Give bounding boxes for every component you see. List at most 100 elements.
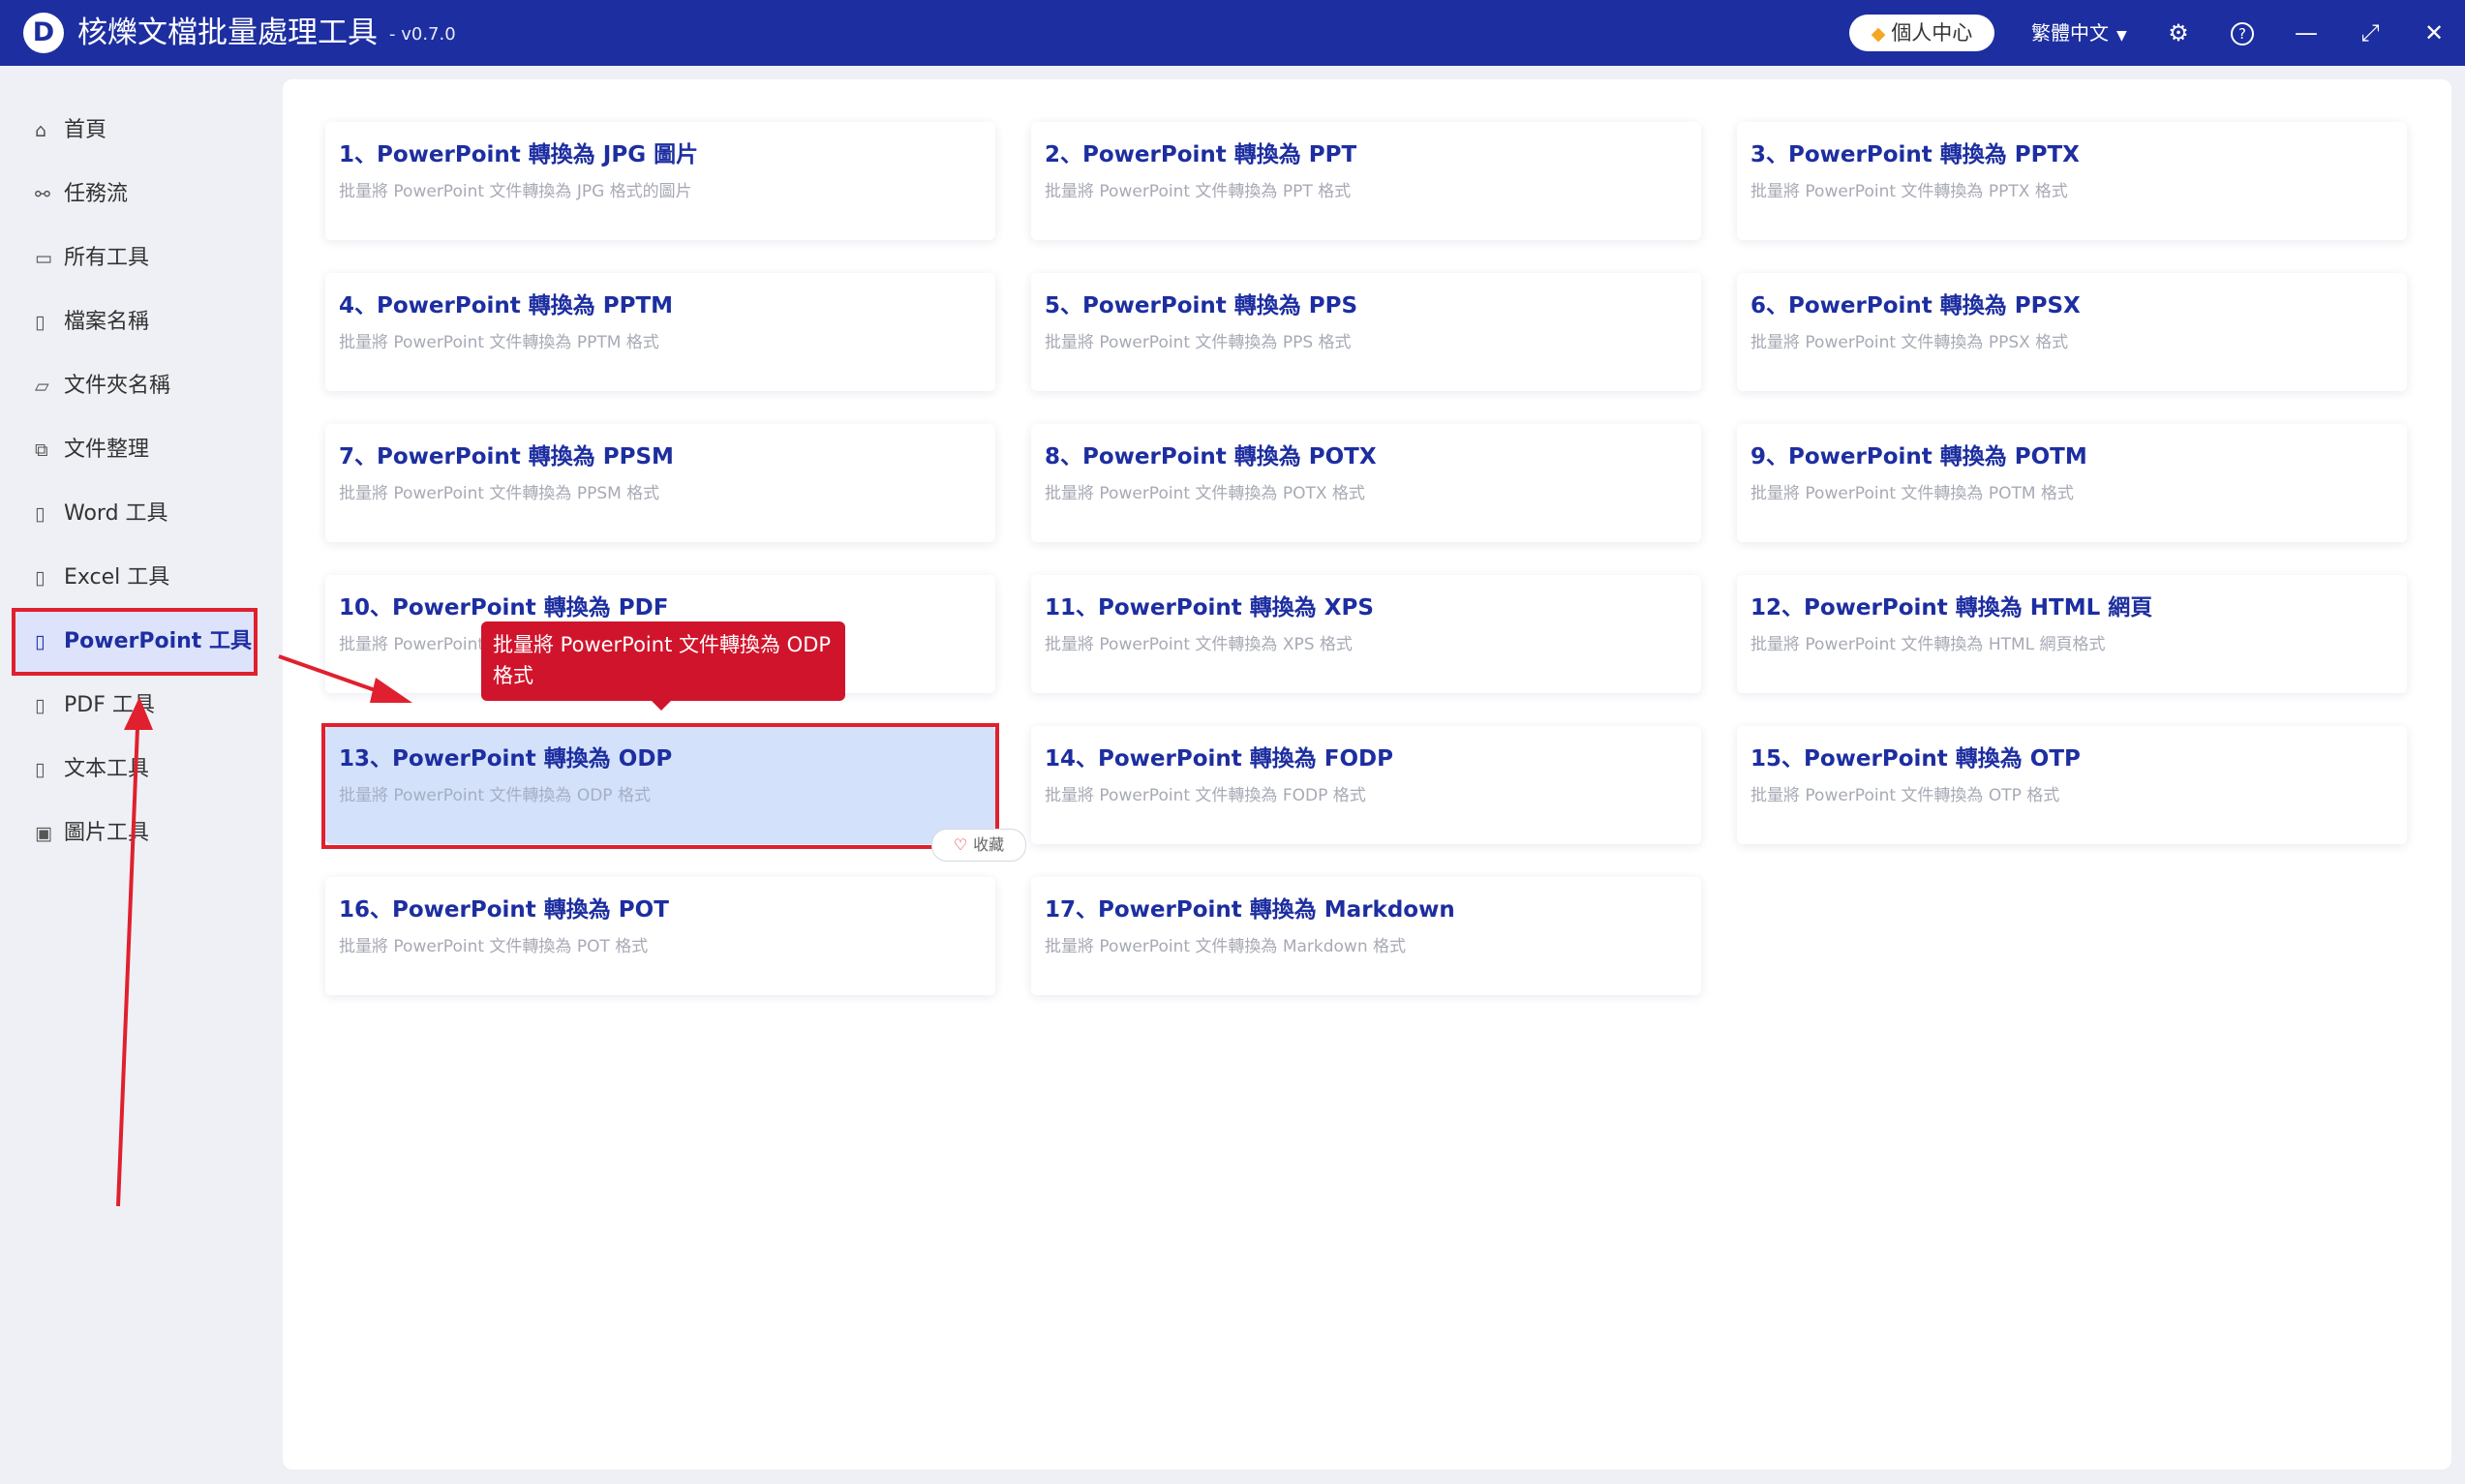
tool-card-title: 8、PowerPoint 轉換為 POTX [1045, 444, 1377, 469]
app-version: - v0.7.0 [389, 24, 456, 45]
sidebar-item-label: Word 工具 [64, 501, 168, 526]
sidebar-item-label: 所有工具 [64, 246, 150, 270]
sidebar-item-label: 任務流 [64, 182, 129, 206]
chevron-down-icon: ▼ [2116, 28, 2127, 44]
file-icon: ▯ [35, 312, 46, 333]
tool-card-4[interactable]: 4、PowerPoint 轉換為 PPTM 批量將 PowerPoint 文件轉換… [325, 273, 995, 391]
tool-card-5[interactable]: 5、PowerPoint 轉換為 PPS 批量將 PowerPoint 文件轉換為… [1031, 273, 1701, 391]
tool-card-16[interactable]: 16、PowerPoint 轉換為 POT 批量將 PowerPoint 文件轉換… [325, 877, 995, 995]
title-bar: D 核爍文檔批量處理工具 - v0.7.0 ◆ 個人中心 繁體中文 ▼ ⚙ ? — … [0, 0, 2465, 66]
maximize-icon[interactable]: ⤢ [2353, 15, 2388, 50]
tool-card-description: 批量將 PowerPoint 文件轉換為 Markdown 格式 [1045, 937, 1407, 956]
sidebar-item-label: 文本工具 [64, 757, 150, 781]
tool-card-11[interactable]: 11、PowerPoint 轉換為 XPS 批量將 PowerPoint 文件轉換… [1031, 575, 1701, 693]
tool-card-description: 批量將 PowerPoint 文件轉換為 OTP 格式 [1750, 786, 2060, 805]
tool-card-description: 批量將 PowerPoint 文件轉換為 POTM 格式 [1750, 484, 2074, 503]
tool-card-12[interactable]: 12、PowerPoint 轉換為 HTML 網頁批量將 PowerPoint … [1737, 575, 2407, 693]
favorite-button[interactable]: ♡ 收藏 [931, 829, 1026, 862]
tool-card-description: 批量將 PowerPoint 文件轉換為 FODP 格式 [1045, 786, 1366, 805]
minimize-icon[interactable]: — [2289, 15, 2324, 50]
tool-card-description: 批量將 PowerPoint 文件轉換為 PPSM 格式 [339, 484, 660, 503]
settings-icon[interactable]: ⚙ [2161, 15, 2196, 50]
sidebar-item-label: 文件整理 [64, 438, 150, 462]
sidebar-item-label: 首頁 [64, 118, 107, 142]
excel-icon: ▯ [35, 567, 46, 589]
help-icon[interactable]: ? [2225, 15, 2260, 50]
sidebar-item-6[interactable]: ⧉ 文件整理 [15, 420, 254, 480]
user-center-button[interactable]: ◆ 個人中心 [1849, 15, 1994, 51]
word-icon: ▯ [35, 503, 46, 525]
tool-card-title: 3、PowerPoint 轉換為 PPTX [1750, 142, 2080, 167]
annotation-highlight-box [321, 723, 999, 849]
tool-card-title: 15、PowerPoint 轉換為 OTP [1750, 746, 2081, 772]
tool-card-14[interactable]: 14、PowerPoint 轉換為 FODP 批量將 PowerPoint 文件轉… [1031, 726, 1701, 844]
tool-card-8[interactable]: 8、PowerPoint 轉換為 POTX 批量將 PowerPoint 文件轉換… [1031, 424, 1701, 542]
sidebar-item-label: Excel 工具 [64, 565, 170, 590]
sidebar-item-label: PDF 工具 [64, 693, 155, 717]
sidebar-item-12[interactable]: ▣ 圖片工具 [15, 803, 254, 863]
sidebar-item-3[interactable]: ▭ 所有工具 [15, 228, 254, 288]
sidebar-item-4[interactable]: ▯ 檔案名稱 [15, 292, 254, 352]
tooltip-tail [652, 701, 671, 711]
tool-card-title: 16、PowerPoint 轉換為 POT [339, 897, 669, 923]
tool-card-title: 4、PowerPoint 轉換為 PPTM [339, 293, 674, 318]
sidebar-item-label: 文件夾名稱 [64, 374, 171, 398]
tool-card-description: 批量將 PowerPoint 文件轉換為 HTML 網頁格式 [1750, 635, 2106, 654]
sidebar-item-9[interactable]: ▯ PowerPoint 工具 [12, 608, 258, 676]
tool-card-9[interactable]: 9、PowerPoint 轉換為 POTM 批量將 PowerPoint 文件轉換… [1737, 424, 2407, 542]
sidebar-item-5[interactable]: ▱ 文件夾名稱 [15, 356, 254, 416]
tool-card-description: 批量將 PowerPoint 文件轉換為 PPTM 格式 [339, 333, 659, 352]
tool-card-title: 14、PowerPoint 轉換為 FODP [1045, 746, 1393, 772]
language-select[interactable]: 繁體中文 ▼ [2031, 19, 2127, 49]
tool-card-2[interactable]: 2、PowerPoint 轉換為 PPT 批量將 PowerPoint 文件轉換為… [1031, 122, 1701, 240]
folder-icon: ▱ [35, 376, 49, 397]
sidebar-item-label: PowerPoint 工具 [64, 629, 252, 653]
tool-card-3[interactable]: 3、PowerPoint 轉換為 PPTX 批量將 PowerPoint 文件轉換… [1737, 122, 2407, 240]
tool-card-title: 6、PowerPoint 轉換為 PPSX [1750, 293, 2081, 318]
tool-card-6[interactable]: 6、PowerPoint 轉換為 PPSX 批量將 PowerPoint 文件轉換… [1737, 273, 2407, 391]
tool-card-description: 批量將 PowerPoint 文件轉換為 XPS 格式 [1045, 635, 1353, 654]
sidebar-item-11[interactable]: ▯ 文本工具 [15, 740, 254, 800]
pdf-icon: ▯ [35, 695, 46, 716]
language-label: 繁體中文 [2031, 21, 2109, 45]
tool-card-description: 批量將 PowerPoint 文件轉換為 PPT 格式 [1045, 182, 1352, 201]
sidebar-item-1[interactable]: ⌂ 首頁 [15, 101, 254, 161]
tool-card-title: 5、PowerPoint 轉換為 PPS [1045, 293, 1358, 318]
favorite-label: 收藏 [973, 835, 1005, 854]
tool-card-title: 11、PowerPoint 轉換為 XPS [1045, 595, 1374, 621]
tool-card-title: 10、PowerPoint 轉換為 PDF [339, 595, 669, 621]
tool-card-title: 7、PowerPoint 轉換為 PPSM [339, 444, 674, 469]
tool-card-title: 12、PowerPoint 轉換為 HTML 網頁 [1750, 595, 2153, 621]
tool-card-1[interactable]: 1、PowerPoint 轉換為 JPG 圖片批量將 PowerPoint 文件… [325, 122, 995, 240]
close-icon[interactable]: ✕ [2417, 15, 2451, 50]
sidebar-item-2[interactable]: ⚯ 任務流 [15, 165, 254, 225]
tool-card-description: 批量將 PowerPoint 文件轉換為 JPG 格式的圖片 [339, 182, 692, 201]
text-icon: ▯ [35, 759, 46, 780]
sidebar-item-10[interactable]: ▯ PDF 工具 [15, 676, 254, 736]
tool-card-7[interactable]: 7、PowerPoint 轉換為 PPSM 批量將 PowerPoint 文件轉換… [325, 424, 995, 542]
monitor-icon: ▭ [35, 248, 52, 269]
tool-card-description: 批量將 PowerPoint 文件轉換為 PPSX 格式 [1750, 333, 2069, 352]
home-icon: ⌂ [35, 120, 47, 141]
diamond-icon: ◆ [1871, 23, 1886, 45]
tool-card-description: 批量將 PowerPoint 文件轉換為 POT 格式 [339, 937, 649, 956]
tool-card-17[interactable]: 17、PowerPoint 轉換為 Markdown 批量將 PowerPoint… [1031, 877, 1701, 995]
tool-card-title: 9、PowerPoint 轉換為 POTM [1750, 444, 2087, 469]
sidebar-item-label: 檔案名稱 [64, 310, 150, 334]
sidebar-item-label: 圖片工具 [64, 821, 150, 845]
tool-card-description: 批量將 PowerPoint 文件轉換為 PPS 格式 [1045, 333, 1352, 352]
sidebar-item-7[interactable]: ▯ Word 工具 [15, 484, 254, 544]
workflow-icon: ⚯ [35, 184, 50, 205]
tooltip: 批量將 PowerPoint 文件轉換為 ODP 格式 [481, 621, 845, 701]
sidebar-item-8[interactable]: ▯ Excel 工具 [15, 548, 254, 608]
tool-card-15[interactable]: 15、PowerPoint 轉換為 OTP 批量將 PowerPoint 文件轉換… [1737, 726, 2407, 844]
tool-card-title: 17、PowerPoint 轉換為 Markdown [1045, 897, 1455, 923]
heart-icon: ♡ [953, 835, 968, 854]
powerpoint-icon: ▯ [35, 631, 46, 652]
tool-card-description: 批量將 PowerPoint 文件轉換為 PPTX 格式 [1750, 182, 2068, 201]
tool-card-title: 2、PowerPoint 轉換為 PPT [1045, 142, 1357, 167]
app-title: 核爍文檔批量處理工具 [77, 15, 378, 50]
tool-card-title: 1、PowerPoint 轉換為 JPG 圖片 [339, 142, 699, 167]
image-icon: ▣ [35, 823, 52, 844]
user-center-label: 個人中心 [1891, 21, 1973, 45]
